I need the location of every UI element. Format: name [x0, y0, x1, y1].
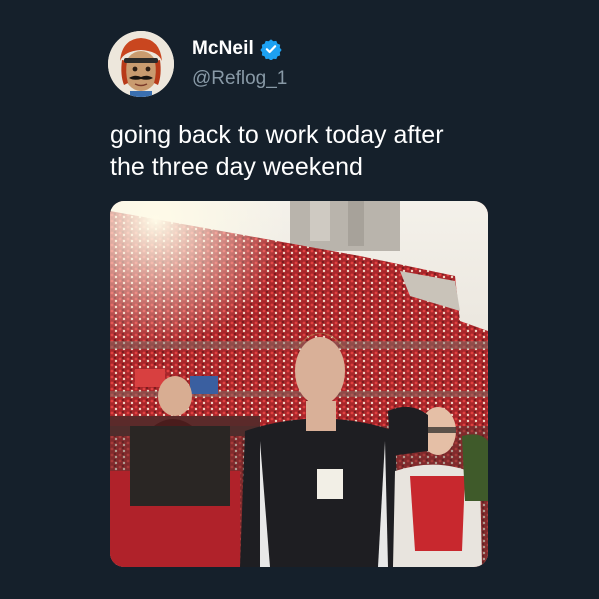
author-name-row: McNeil	[192, 38, 282, 60]
avatar[interactable]	[108, 31, 174, 97]
tweet-card[interactable]: McNeil @Reflog_1 going back to work toda…	[0, 0, 599, 599]
verified-badge-icon	[260, 38, 282, 60]
tweet-text: going back to work today after the three…	[110, 121, 444, 181]
stadium-crowd-photo-icon	[110, 201, 488, 567]
user-handle[interactable]: @Reflog_1	[192, 68, 287, 90]
tweet-photo[interactable]	[110, 201, 488, 567]
display-name[interactable]: McNeil	[192, 38, 254, 60]
avatar-costume-icon	[108, 31, 174, 97]
